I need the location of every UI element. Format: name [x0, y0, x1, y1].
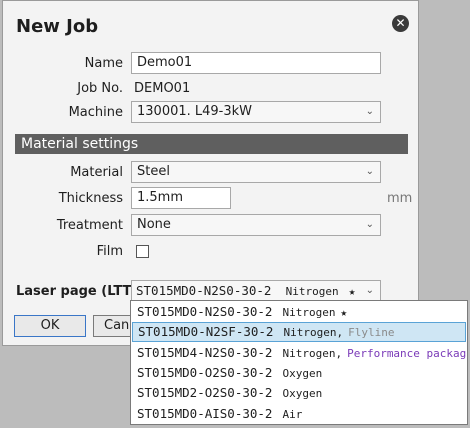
dropdown-option[interactable]: ST015MD4-N2S0-30-2 Nitrogen, Performance p…	[132, 343, 466, 363]
treatment-label: Treatment	[56, 218, 123, 233]
close-icon[interactable]: ✕	[392, 15, 409, 32]
option-code: ST015MD0-N2S0-30-2	[137, 304, 273, 319]
chevron-down-icon: ⌄	[365, 285, 374, 296]
laser-page-select[interactable]: ST015MD0-N2S0-30-2 Nitrogen ★ ⌄	[131, 280, 381, 302]
option-code: ST015MD4-N2S0-30-2	[137, 344, 273, 360]
ok-button[interactable]: OK	[14, 315, 86, 337]
option-note: ★	[340, 306, 348, 319]
dropdown-option[interactable]: ST015MD0-AIS0-30-2 Air	[132, 404, 466, 424]
laser-page-code: ST015MD0-N2S0-30-2	[136, 283, 272, 298]
option-gas: Air	[282, 407, 303, 421]
chevron-down-icon: ⌄	[365, 219, 374, 230]
machine-select-value: 130001. L49-3kW	[137, 104, 253, 119]
laser-page-label: Laser page (LTT)	[16, 284, 138, 299]
star-icon: ★	[348, 285, 356, 298]
film-label: Film	[96, 244, 123, 259]
thickness-unit: mm	[387, 191, 413, 206]
treatment-select-value: None	[137, 217, 171, 232]
laser-page-dropdown: ST015MD0-N2S0-30-2 Nitrogen ★ ST015MD0-N2SF…	[130, 300, 468, 425]
option-code: ST015MD0-N2SF-30-2	[138, 324, 274, 340]
thickness-input[interactable]: 1.5mm	[131, 187, 231, 209]
material-settings-header: Material settings	[15, 134, 408, 154]
dropdown-option[interactable]: ST015MD0-N2SF-30-2 Nitrogen, Flyline	[132, 322, 466, 343]
job-no-label: Job No.	[77, 81, 123, 96]
option-gas: Oxygen	[282, 387, 323, 401]
option-code: ST015MD2-O2S0-30-2	[137, 385, 273, 401]
chevron-down-icon: ⌄	[365, 166, 374, 177]
new-job-dialog: New Job ✕ Name Demo01 Job No. DEMO01 Mac…	[2, 0, 419, 346]
name-label: Name	[84, 56, 123, 71]
job-no-value: DEMO01	[134, 81, 191, 96]
option-gas: Nitrogen	[282, 306, 336, 319]
option-gas: Oxygen	[282, 366, 323, 380]
film-checkbox[interactable]	[136, 245, 149, 258]
machine-select[interactable]: 130001. L49-3kW ⌄	[131, 101, 381, 123]
dropdown-option[interactable]: ST015MD2-O2S0-30-2 Oxygen	[132, 383, 466, 403]
material-label: Material	[70, 165, 123, 180]
machine-label: Machine	[68, 105, 123, 120]
thickness-label: Thickness	[58, 191, 123, 206]
dropdown-option[interactable]: ST015MD0-N2S0-30-2 Nitrogen ★	[132, 302, 466, 322]
material-select-value: Steel	[137, 164, 170, 179]
name-input[interactable]: Demo01	[131, 52, 381, 74]
dropdown-option[interactable]: ST015MD0-O2S0-30-2 Oxygen	[132, 363, 466, 383]
option-code: ST015MD0-O2S0-30-2	[137, 364, 273, 380]
option-note: Performance package	[347, 346, 466, 360]
dialog-title: New Job	[16, 16, 99, 37]
treatment-select[interactable]: None ⌄	[131, 214, 381, 236]
option-gas: Nitrogen,	[283, 326, 344, 340]
laser-page-gas: Nitrogen	[285, 285, 339, 298]
option-gas: Nitrogen,	[282, 346, 343, 360]
material-select[interactable]: Steel ⌄	[131, 161, 381, 183]
option-code: ST015MD0-AIS0-30-2	[137, 405, 273, 421]
option-note: Flyline	[348, 326, 395, 340]
chevron-down-icon: ⌄	[365, 106, 374, 117]
